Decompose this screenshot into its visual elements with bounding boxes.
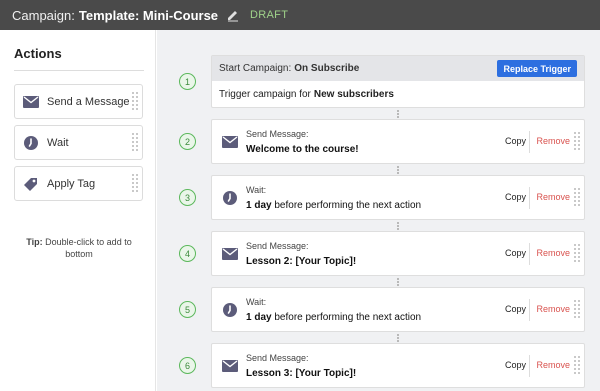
step-card-send-message[interactable]: Send Message: Lesson 2: [Your Topic]! Co…	[211, 231, 585, 276]
step-number: 6	[179, 357, 196, 374]
copy-button[interactable]: Copy	[505, 304, 526, 314]
clock-icon	[222, 302, 238, 318]
remove-button[interactable]: Remove	[536, 360, 570, 370]
drag-handle-icon[interactable]	[132, 174, 138, 194]
action-label: Send a Message	[47, 95, 130, 108]
remove-button[interactable]: Remove	[536, 136, 570, 146]
step-summary-bold: Welcome to the course!	[246, 144, 359, 155]
tip-body: Double-click to add to bottom	[45, 237, 132, 259]
divider	[529, 131, 530, 153]
step-card-send-message[interactable]: Send Message: Lesson 3: [Your Topic]! Co…	[211, 343, 585, 388]
step-summary: 1 day before performing the next action	[246, 312, 421, 323]
connector	[397, 110, 399, 118]
drag-handle-icon[interactable]	[574, 356, 580, 376]
remove-button[interactable]: Remove	[536, 304, 570, 314]
step-type-label: Send Message:	[246, 129, 309, 139]
drag-handle-icon[interactable]	[574, 300, 580, 320]
step-number: 1	[179, 73, 196, 90]
copy-button[interactable]: Copy	[505, 136, 526, 146]
campaign-label: Campaign:	[12, 7, 75, 23]
tag-icon	[23, 176, 39, 192]
step-summary-bold: Lesson 3: [Your Topic]!	[246, 368, 357, 379]
divider	[529, 355, 530, 377]
trigger-value: On Subscribe	[294, 63, 360, 74]
clock-icon	[222, 190, 238, 206]
tip-text: Tip: Double-click to add to bottom	[14, 236, 144, 260]
status-badge: DRAFT	[250, 9, 289, 21]
drag-handle-icon[interactable]	[574, 188, 580, 208]
copy-button[interactable]: Copy	[505, 248, 526, 258]
envelope-icon	[222, 246, 238, 262]
step-summary: 1 day before performing the next action	[246, 200, 421, 211]
actions-panel: Actions Send a Message Wait Apply Tag Ti…	[0, 30, 156, 391]
drag-handle-icon[interactable]	[574, 244, 580, 264]
step-number: 2	[179, 133, 196, 150]
action-apply-tag[interactable]: Apply Tag	[14, 166, 143, 201]
trigger-label: Start Campaign:	[219, 63, 292, 74]
action-label: Wait	[47, 136, 69, 149]
copy-button[interactable]: Copy	[505, 192, 526, 202]
step-summary-rest: before performing the next action	[271, 200, 422, 211]
trigger-body: Trigger campaign for New subscribers	[212, 81, 584, 107]
step-number: 5	[179, 301, 196, 318]
step-type-label: Send Message:	[246, 353, 309, 363]
drag-handle-icon[interactable]	[574, 132, 580, 152]
action-send-message[interactable]: Send a Message	[14, 84, 143, 119]
connector	[397, 166, 399, 174]
step-type-label: Wait:	[246, 297, 267, 307]
replace-trigger-button[interactable]: Replace Trigger	[497, 60, 577, 77]
step-summary-bold: 1 day	[246, 312, 272, 323]
envelope-icon	[222, 358, 238, 374]
trigger-body-prefix: Trigger campaign for	[219, 88, 311, 100]
envelope-icon	[222, 134, 238, 150]
step-card-send-message[interactable]: Send Message: Welcome to the course! Cop…	[211, 119, 585, 164]
step-card-wait[interactable]: Wait: 1 day before performing the next a…	[211, 287, 585, 332]
divider	[14, 70, 144, 71]
envelope-icon	[23, 94, 39, 110]
drag-handle-icon[interactable]	[132, 92, 138, 112]
campaign-canvas: 1 Start Campaign: On Subscribe Replace T…	[157, 30, 600, 391]
step-card-wait[interactable]: Wait: 1 day before performing the next a…	[211, 175, 585, 220]
connector	[397, 278, 399, 286]
pencil-icon[interactable]	[226, 8, 240, 22]
action-label: Apply Tag	[47, 177, 96, 190]
connector	[397, 334, 399, 342]
tip-label: Tip:	[26, 237, 43, 247]
trigger-body-value: New subscribers	[313, 88, 394, 100]
divider	[529, 299, 530, 321]
step-summary-bold: Lesson 2: [Your Topic]!	[246, 256, 357, 267]
drag-handle-icon[interactable]	[132, 133, 138, 153]
step-summary: Welcome to the course!	[246, 144, 359, 155]
actions-title: Actions	[14, 46, 62, 61]
step-summary: Lesson 3: [Your Topic]!	[246, 368, 356, 379]
top-bar: Campaign: Template: Mini-Course DRAFT	[0, 0, 600, 30]
step-summary: Lesson 2: [Your Topic]!	[246, 256, 356, 267]
remove-button[interactable]: Remove	[536, 192, 570, 202]
campaign-name: Template: Mini-Course	[78, 7, 219, 23]
divider	[529, 187, 530, 209]
step-type-label: Send Message:	[246, 241, 309, 251]
step-type-label: Wait:	[246, 185, 267, 195]
action-wait[interactable]: Wait	[14, 125, 143, 160]
trigger-card[interactable]: Start Campaign: On Subscribe Replace Tri…	[211, 55, 585, 108]
step-summary-rest: before performing the next action	[271, 312, 422, 323]
step-number: 3	[179, 189, 196, 206]
clock-icon	[23, 135, 39, 151]
remove-button[interactable]: Remove	[536, 248, 570, 258]
copy-button[interactable]: Copy	[505, 360, 526, 370]
trigger-header: Start Campaign: On Subscribe Replace Tri…	[212, 56, 584, 81]
divider	[529, 243, 530, 265]
step-number: 4	[179, 245, 196, 262]
step-summary-bold: 1 day	[246, 200, 272, 211]
connector	[397, 222, 399, 230]
